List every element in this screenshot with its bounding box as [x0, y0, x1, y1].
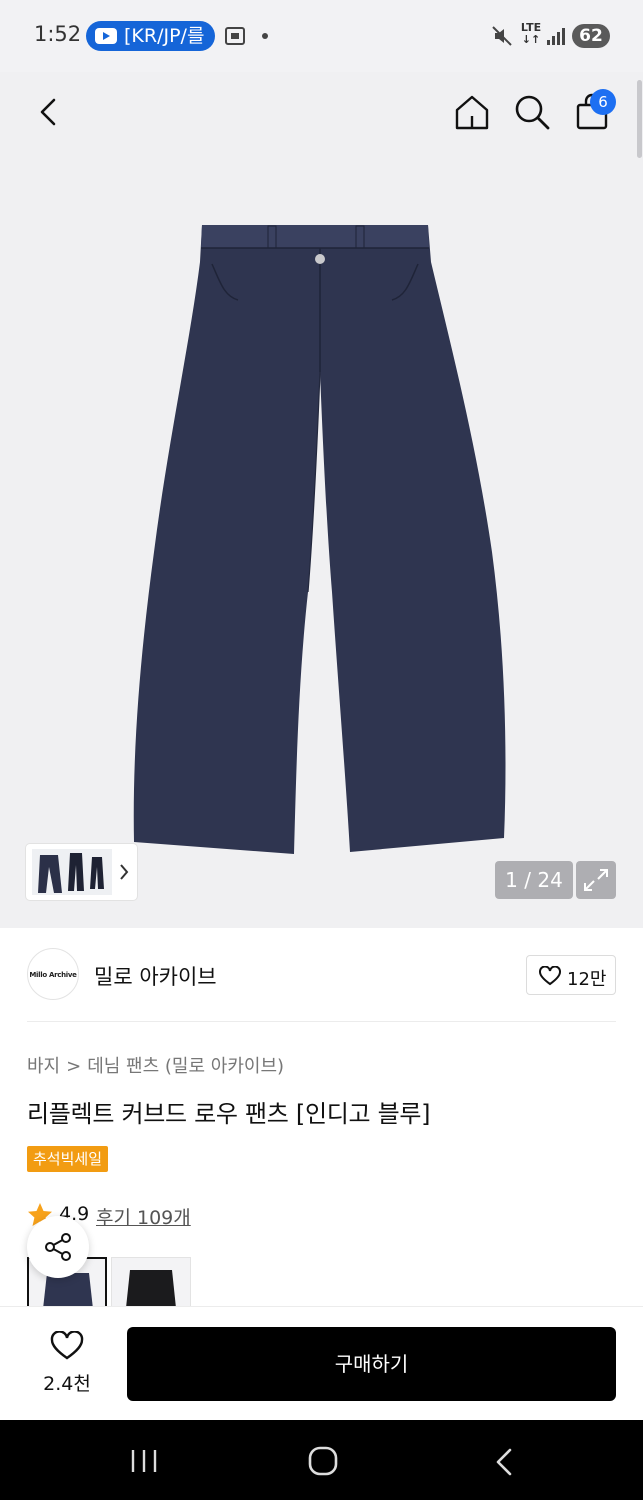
- buy-button[interactable]: 구매하기: [127, 1327, 616, 1401]
- status-bar: 1:52 [KR/JP/를 LTE ↓↑ 62: [0, 0, 643, 72]
- youtube-notification-pill[interactable]: [KR/JP/를: [86, 21, 215, 51]
- home-button-icon[interactable]: [308, 1446, 338, 1476]
- reviews-link[interactable]: 후기 109개: [96, 1203, 191, 1230]
- brand-logo[interactable]: Millo Archive: [27, 948, 79, 1000]
- youtube-icon: [95, 28, 117, 44]
- recent-apps-icon[interactable]: [130, 1448, 158, 1474]
- divider: [27, 1021, 616, 1022]
- heart-icon: [539, 966, 561, 986]
- breadcrumb-category[interactable]: 바지: [27, 1056, 60, 1077]
- screen-capture-icon: [225, 27, 245, 45]
- network-type: LTE ↓↑: [520, 21, 542, 46]
- brand-row[interactable]: Millo Archive 밀로 아카이브 12만: [0, 928, 643, 1022]
- signal-icon: [547, 28, 565, 45]
- battery-indicator: 62: [572, 24, 610, 48]
- breadcrumb-separator: >: [66, 1056, 82, 1077]
- variant-image: [126, 1270, 176, 1307]
- color-variant-black[interactable]: [111, 1257, 191, 1307]
- share-icon: [45, 1233, 71, 1261]
- thumbnail-image: [32, 849, 112, 895]
- expand-icon: [584, 869, 608, 891]
- home-icon[interactable]: [452, 92, 492, 132]
- bottom-action-bar: 2.4천 구매하기: [0, 1306, 643, 1420]
- system-back-icon[interactable]: [494, 1448, 514, 1476]
- chevron-right-icon[interactable]: [118, 862, 130, 882]
- product-image[interactable]: [120, 222, 520, 854]
- sale-badge: 추석빅세일: [27, 1146, 109, 1172]
- scrollbar[interactable]: [637, 80, 642, 158]
- brand-like-count: 12만: [567, 969, 607, 990]
- back-icon[interactable]: [30, 94, 66, 130]
- breadcrumb-subcategory[interactable]: 데님 팬츠 (밀로 아카이브): [87, 1056, 284, 1077]
- cart-count-badge: 6: [590, 89, 616, 115]
- search-icon[interactable]: [512, 92, 552, 132]
- system-navigation-bar: [0, 1420, 643, 1500]
- notification-text: [KR/JP/를: [124, 25, 205, 47]
- wishlist-count: 2.4천: [43, 1373, 91, 1395]
- top-navigation: [0, 72, 643, 152]
- expand-button[interactable]: [576, 861, 616, 899]
- heart-icon: [50, 1331, 84, 1360]
- thumbnail-strip[interactable]: [26, 844, 137, 900]
- share-button[interactable]: [27, 1216, 89, 1278]
- status-time: 1:52: [34, 22, 82, 46]
- brand-like-button[interactable]: 12만: [526, 955, 616, 995]
- brand-name[interactable]: 밀로 아카이브: [94, 961, 217, 991]
- breadcrumb: 바지 > 데님 팬츠 (밀로 아카이브): [27, 1052, 284, 1078]
- page-counter: 1 / 24: [495, 861, 573, 899]
- wishlist-button[interactable]: 2.4천: [27, 1327, 107, 1401]
- status-dot: [262, 33, 268, 39]
- product-title: 리플렉트 커브드 로우 팬츠 [인디고 블루]: [27, 1100, 431, 1128]
- mute-icon: [492, 26, 512, 46]
